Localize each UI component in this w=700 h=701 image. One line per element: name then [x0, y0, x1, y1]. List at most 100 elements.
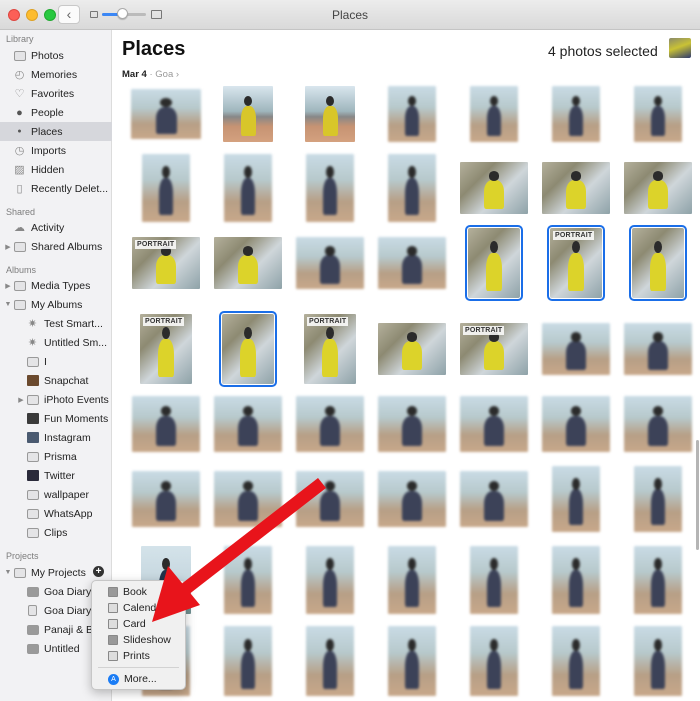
sidebar-item-instagram[interactable]: Instagram — [0, 428, 112, 447]
portrait-badge: PORTRAIT — [307, 317, 349, 326]
photo-thumbnail[interactable] — [224, 546, 272, 614]
photo-thumbnail[interactable] — [388, 626, 436, 696]
photo-thumbnail[interactable] — [470, 546, 518, 614]
sidebar-item-recently-delet[interactable]: ▯ Recently Delet... — [0, 179, 112, 198]
sidebar-item-media-types[interactable]: ▶ Media Types — [0, 276, 112, 295]
photo-thumbnail[interactable] — [132, 471, 200, 527]
photo-thumbnail[interactable] — [634, 86, 682, 142]
sidebar-item-shared-albums[interactable]: ▶ Shared Albums — [0, 237, 112, 256]
sidebar-item-favorites[interactable]: ♡ Favorites — [0, 84, 112, 103]
photo-thumbnail[interactable]: PORTRAIT — [140, 314, 192, 384]
photo-thumbnail[interactable] — [542, 323, 610, 375]
sidebar-item-my-albums[interactable]: ▼ My Albums — [0, 295, 112, 314]
vertical-scrollbar[interactable] — [696, 440, 699, 550]
disclosure-collapsed-icon[interactable]: ▶ — [3, 243, 13, 251]
photo-thumbnail[interactable] — [378, 237, 446, 289]
photo-thumbnail-selected[interactable] — [629, 225, 687, 301]
sidebar-item-places[interactable]: ● Places — [0, 122, 112, 141]
sidebar-item-twitter[interactable]: Twitter — [0, 466, 112, 485]
sidebar-item-wallpaper[interactable]: wallpaper — [0, 485, 112, 504]
sidebar-item-i[interactable]: I — [0, 352, 112, 371]
photo-thumbnail[interactable] — [542, 162, 610, 214]
breadcrumb-location[interactable]: Goa — [155, 69, 173, 80]
photo-thumbnail[interactable] — [388, 154, 436, 222]
photo-thumbnail[interactable] — [296, 237, 364, 289]
sidebar-item-imports[interactable]: ◷ Imports — [0, 141, 112, 160]
sidebar-item-hidden[interactable]: ▨ Hidden — [0, 160, 112, 179]
sidebar-item-iphoto-events[interactable]: ▶ iPhoto Events — [0, 390, 112, 409]
sidebar-item-whatsapp[interactable]: WhatsApp — [0, 504, 112, 523]
pin-icon: ● — [17, 128, 22, 135]
sidebar-item-prisma[interactable]: Prisma — [0, 447, 112, 466]
photo-subject-head — [161, 326, 171, 340]
photo-thumbnail[interactable] — [552, 466, 600, 532]
photo-thumbnail[interactable] — [132, 396, 200, 452]
photo-thumbnail[interactable] — [305, 86, 355, 142]
sidebar-item-clips[interactable]: Clips — [0, 523, 112, 542]
photo-thumbnail[interactable] — [460, 162, 528, 214]
menu-item-card[interactable]: Card — [92, 616, 187, 632]
sidebar-item-test-smart[interactable]: ✷ Test Smart... — [0, 314, 112, 333]
photo-thumbnail[interactable] — [214, 396, 282, 452]
photo-thumbnail[interactable] — [306, 546, 354, 614]
photo-thumbnail-selected[interactable] — [219, 311, 277, 387]
photo-thumbnail[interactable] — [142, 154, 190, 222]
menu-item-slideshow[interactable]: Slideshow — [92, 632, 187, 648]
sidebar-item-fun-moments[interactable]: Fun Moments — [0, 409, 112, 428]
photo-thumbnail[interactable] — [460, 396, 528, 452]
sidebar-item-people[interactable]: ● People — [0, 103, 112, 122]
add-project-button[interactable]: + — [93, 566, 104, 577]
breadcrumb[interactable]: Mar 4 · Goa › — [122, 69, 179, 80]
photo-thumbnail[interactable] — [634, 626, 682, 696]
photo-thumbnail[interactable] — [223, 86, 273, 142]
photo-thumbnail-selected[interactable]: PORTRAIT — [547, 225, 605, 301]
selection-preview-thumbnail[interactable] — [669, 38, 691, 58]
photo-subject-head — [162, 166, 170, 179]
photo-thumbnail[interactable] — [378, 471, 446, 527]
photo-thumbnail[interactable] — [131, 89, 201, 139]
photo-thumbnail[interactable] — [388, 86, 436, 142]
disclosure-collapsed-icon[interactable]: ▶ — [16, 396, 26, 404]
sidebar-item-activity[interactable]: ☁ Activity — [0, 218, 112, 237]
photo-thumbnail[interactable] — [306, 626, 354, 696]
photo-thumbnail[interactable] — [634, 546, 682, 614]
disclosure-expanded-icon[interactable]: ▼ — [3, 569, 13, 576]
photo-thumbnail[interactable] — [378, 396, 446, 452]
photo-thumbnail[interactable] — [306, 154, 354, 222]
sidebar-item-snapchat[interactable]: Snapchat — [0, 371, 112, 390]
photo-thumbnail[interactable] — [470, 626, 518, 696]
photo-thumbnail[interactable]: PORTRAIT — [304, 314, 356, 384]
photo-thumbnail[interactable]: PORTRAIT — [132, 237, 200, 289]
photo-thumbnail[interactable] — [388, 546, 436, 614]
photo-thumbnail[interactable] — [470, 86, 518, 142]
sidebar-item-memories[interactable]: ◴ Memories — [0, 65, 112, 84]
disclosure-expanded-icon[interactable]: ▼ — [3, 301, 13, 308]
sidebar-item-photos[interactable]: Photos — [0, 46, 112, 65]
photo-thumbnail[interactable] — [624, 162, 692, 214]
photo-thumbnail[interactable] — [296, 396, 364, 452]
photo-thumbnail[interactable] — [224, 626, 272, 696]
photo-thumbnail[interactable] — [214, 471, 282, 527]
menu-item-prints[interactable]: Prints — [92, 648, 187, 664]
disclosure-collapsed-icon[interactable]: ▶ — [3, 282, 13, 290]
folder-icon — [26, 394, 39, 406]
photo-thumbnail[interactable] — [224, 154, 272, 222]
photo-thumbnail[interactable] — [624, 323, 692, 375]
menu-item-book[interactable]: Book — [92, 584, 187, 600]
photo-thumbnail[interactable] — [214, 237, 282, 289]
photo-thumbnail[interactable] — [624, 396, 692, 452]
photo-thumbnail[interactable] — [552, 626, 600, 696]
photo-thumbnail[interactable] — [552, 86, 600, 142]
menu-item-calendar[interactable]: Calendar — [92, 600, 187, 616]
photo-thumbnail[interactable] — [634, 466, 682, 532]
sidebar-item-untitled-sm[interactable]: ✷ Untitled Sm... — [0, 333, 112, 352]
photo-thumbnail[interactable] — [460, 471, 528, 527]
photo-thumbnail[interactable] — [378, 323, 446, 375]
photo-thumbnail[interactable] — [552, 546, 600, 614]
photo-thumbnail[interactable]: PORTRAIT — [460, 323, 528, 375]
photo-thumbnail-selected[interactable] — [465, 225, 523, 301]
menu-item-more[interactable]: A More... — [92, 671, 187, 687]
photo-thumbnail[interactable] — [542, 396, 610, 452]
photo-thumbnail[interactable] — [296, 471, 364, 527]
icon-shape — [13, 241, 26, 252]
